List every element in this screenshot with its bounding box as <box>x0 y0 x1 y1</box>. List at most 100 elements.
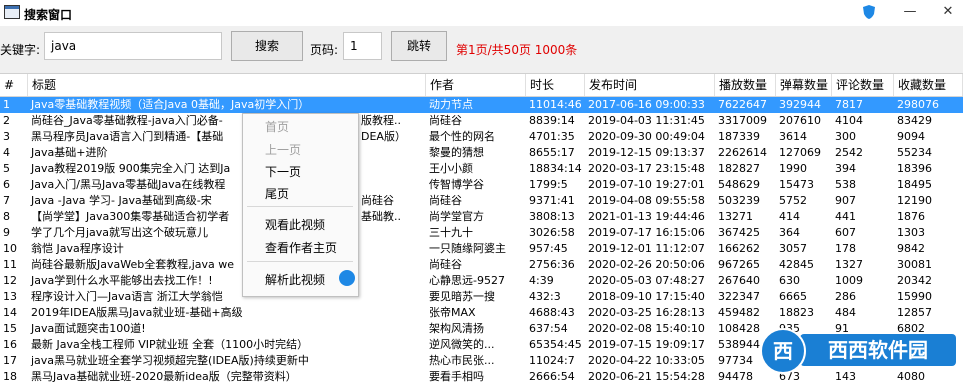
table-cell: 42845 <box>779 258 814 271</box>
column-header[interactable]: 标题 <box>28 74 426 96</box>
table-row[interactable]: 1 Java零基础教程视频（适合Java 0基础，Java初学入门） 动力节点 110… <box>0 97 963 113</box>
skin-icon[interactable] <box>862 4 876 20</box>
table-row[interactable]: 6 Java入门/黑马Java零基础Java在线教程 传智博学谷 1799:5 2019… <box>0 177 963 193</box>
column-header[interactable]: 评论数量 <box>832 74 894 96</box>
table-row[interactable]: 10 翁恺 Java程序设计 一只随缘阿婆主 957:45 2019-12-01 11:… <box>0 241 963 257</box>
table-cell: 55234 <box>897 146 932 159</box>
column-header[interactable]: # <box>0 74 28 96</box>
table-cell: 1990 <box>779 162 807 175</box>
table-cell: 张帝MAX <box>429 306 476 319</box>
table-cell: 11024:7 <box>529 354 575 367</box>
table-cell: 2020-09-30 00:49:04 <box>588 130 705 143</box>
table-cell: 尚硅谷 <box>429 114 462 127</box>
menu-author-page[interactable]: 查看作者主页 <box>265 239 337 256</box>
column-header[interactable]: 发布时间 <box>585 74 715 96</box>
table-row[interactable]: 12 Java学到什么水平能够出去找工作！! 心静思远-9527 4:39 2020-0… <box>0 273 963 289</box>
table-cell: 1876 <box>897 210 925 223</box>
table-cell: Java基础+进阶 <box>31 146 108 159</box>
table-cell: 83429 <box>897 114 932 127</box>
table-cell: 8839:14 <box>529 114 575 127</box>
table-cell: 65354:45 <box>529 338 582 351</box>
table-cell: 12190 <box>897 194 932 207</box>
column-header[interactable]: 作者 <box>426 74 526 96</box>
table-row[interactable]: 3 黑马程序员Java语言入门到精通-【基础 最个性的网名 4701:35 2020-0… <box>0 129 963 145</box>
table-cell: 11 <box>3 258 17 271</box>
column-header[interactable]: 弹幕数量 <box>776 74 832 96</box>
menu-watch-video[interactable]: 观看此视频 <box>265 216 325 233</box>
context-menu: 首页 上一页 下一页 尾页 观看此视频 查看作者主页 解析此视频 <box>242 113 359 297</box>
table-row[interactable]: 4 Java基础+进阶 黎曼的猜想 8655:17 2019-12-15 09:13:3… <box>0 145 963 161</box>
table-cell: 2020-03-17 23:15:48 <box>588 162 705 175</box>
column-header[interactable]: 收藏数量 <box>894 74 963 96</box>
table-row[interactable]: 8 【尚学堂】Java300集零基础适合初学者 尚学堂官方 3808:13 2021-0… <box>0 209 963 225</box>
page-label: 页码: <box>310 43 339 57</box>
table-cell: 637:54 <box>529 322 568 335</box>
keyword-input[interactable]: java <box>44 32 222 60</box>
window-title: 搜索窗口 <box>24 8 73 22</box>
table-row[interactable]: 11 尚硅谷最新版JavaWeb全套教程,java we 尚硅谷 2756:36 202… <box>0 257 963 273</box>
table-cell: 187339 <box>718 130 760 143</box>
table-cell: 2020-05-03 07:48:27 <box>588 274 705 287</box>
table-cell: 392944 <box>779 98 821 111</box>
page-input[interactable]: 1 <box>343 32 382 60</box>
table-cell: 尚硅谷最新版JavaWeb全套教程,java we <box>31 258 235 271</box>
title-suffix: DEA版） <box>361 130 406 143</box>
title-suffix: 基础教.. <box>361 210 401 223</box>
table-row[interactable]: 2 尚硅谷_Java零基础教程-java入门必备- 尚硅谷 8839:14 2019-0… <box>0 113 963 129</box>
table-cell: Java零基础教程视频（适合Java 0基础，Java初学入门） <box>31 98 310 111</box>
table-row[interactable]: 13 程序设计入门—Java语言 浙江大学翁恺 要见暗苏一搜 432:3 2018-09… <box>0 289 963 305</box>
table-row[interactable]: 5 Java教程2019版 900集完全入门 达到Ja 王小小颜 18834:14 20… <box>0 161 963 177</box>
table-row[interactable]: 7 Java -Java 学习- Java基础到高级-宋 尚硅谷 9371:41 201… <box>0 193 963 209</box>
table-cell: 3614 <box>779 130 807 143</box>
table-cell: 2020-02-26 20:50:06 <box>588 258 705 271</box>
table-cell: 127069 <box>779 146 821 159</box>
column-header[interactable]: 时长 <box>526 74 585 96</box>
table-cell: 2020-03-25 16:28:13 <box>588 306 705 319</box>
table-cell: 538 <box>835 178 856 191</box>
table-cell: 7 <box>3 194 10 207</box>
table-cell: 12 <box>3 274 17 287</box>
table-cell: 1799:5 <box>529 178 568 191</box>
table-cell: 17 <box>3 354 17 367</box>
table-cell: 548629 <box>718 178 760 191</box>
table-cell: 2019-07-15 19:09:17 <box>588 338 705 351</box>
table-cell: 18396 <box>897 162 932 175</box>
table-cell: 1303 <box>897 226 925 239</box>
table-cell: 957:45 <box>529 242 568 255</box>
go-button[interactable]: 跳转 <box>391 31 447 61</box>
table-cell: 传智博学谷 <box>429 178 484 191</box>
close-button[interactable]: ✕ <box>938 3 958 21</box>
menu-next-page[interactable]: 下一页 <box>265 163 301 180</box>
search-button[interactable]: 搜索 <box>231 31 303 61</box>
table-cell: 9 <box>3 226 10 239</box>
table-cell: 2019-04-08 09:55:58 <box>588 194 705 207</box>
table-cell: 3808:13 <box>529 210 575 223</box>
column-header[interactable]: 播放数量 <box>715 74 776 96</box>
table-cell: 一只随缘阿婆主 <box>429 242 506 255</box>
table-cell: 503239 <box>718 194 760 207</box>
table-cell: 8 <box>3 210 10 223</box>
table-cell: 207610 <box>779 114 821 127</box>
table-cell: 2 <box>3 114 10 127</box>
table-cell: 尚硅谷 <box>429 258 462 271</box>
table-cell: 4 <box>3 146 10 159</box>
table-row[interactable]: 14 2019年IDEA版黑马Java就业班-基础+高级 张帝MAX 4688:43 2… <box>0 305 963 321</box>
table-cell: 18 <box>3 370 17 382</box>
table-cell: 20342 <box>897 274 932 287</box>
menu-parse-video[interactable]: 解析此视频 <box>265 271 325 288</box>
table-cell: 最个性的网名 <box>429 130 495 143</box>
menu-last-page[interactable]: 尾页 <box>265 185 289 202</box>
minimize-button[interactable]: — <box>900 3 920 21</box>
table-cell: 7622647 <box>718 98 767 111</box>
table-cell: 967265 <box>718 258 760 271</box>
table-cell: 翁恺 Java程序设计 <box>31 242 124 255</box>
table-cell: 298076 <box>897 98 939 111</box>
table-cell: 2019-07-17 16:15:06 <box>588 226 705 239</box>
table-cell: 6 <box>3 178 10 191</box>
table-cell: 2019-12-15 09:13:37 <box>588 146 705 159</box>
table-cell: 4701:35 <box>529 130 575 143</box>
menu-prev-page: 上一页 <box>265 143 302 157</box>
table-cell: 441 <box>835 210 856 223</box>
table-cell: 热心市民张... <box>429 354 495 367</box>
table-row[interactable]: 9 学了几个月java就写出这个破玩意儿 三十九十 3026:58 2019-07-17… <box>0 225 963 241</box>
